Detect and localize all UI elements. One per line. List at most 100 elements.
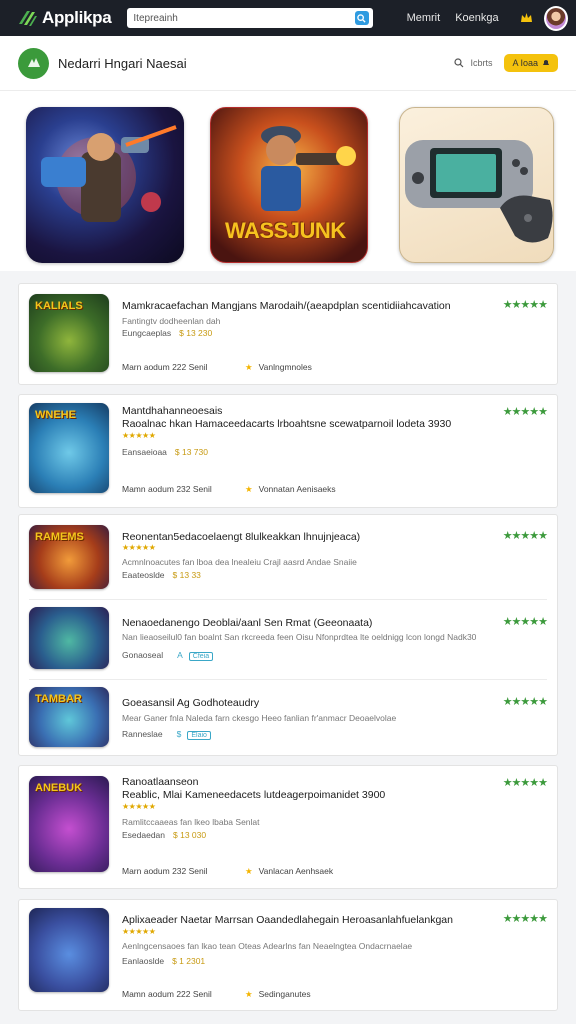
footer-tag-label: Vanlngmnoles — [258, 362, 312, 372]
app-price-row: Eaateoslde $ 13 33 — [122, 570, 201, 580]
bell-icon — [543, 60, 549, 65]
thumbnail-title: RAMEMS — [35, 531, 84, 543]
rating-stars: ★★★★★ — [502, 616, 548, 628]
brand-badge-icon — [18, 47, 49, 79]
rating-stars: ★★★★★ — [502, 406, 548, 418]
rating-stars: ★★★★★ — [502, 913, 548, 925]
app-thumbnail[interactable]: KALIALS — [29, 294, 109, 372]
app-title[interactable]: Reonentan5edacoelaengt 8lulkeakkan lhnuj… — [122, 531, 360, 543]
rating-stars: ★★★★★ — [502, 299, 548, 311]
app-thumbnail[interactable]: TAMBAR — [29, 687, 109, 747]
thumbnail-title: ANEBUK — [35, 782, 83, 794]
app-price-row: Eungcaeplas $ 13 230 — [122, 328, 212, 338]
app-thumbnail[interactable] — [29, 607, 109, 669]
app-title-line-2: Raoalnac hkan Hamaceedacarts lrboahtsne … — [122, 418, 452, 430]
cta-button[interactable]: A Ioaa — [504, 54, 558, 72]
footer-tag-label: Sedinganutes — [258, 989, 311, 999]
price-value: A — [177, 650, 183, 660]
featured-tile-robot-warrior[interactable] — [26, 107, 184, 263]
app-subtitle: Acmnlnoacutes fan lboa dea lnealeiu Craj… — [122, 557, 357, 567]
app-footer-info: Mamn aodum 222 Senil — [122, 989, 212, 999]
app-card[interactable]: KALIALS Mamkracaefachan Mangjans Marodai… — [18, 283, 558, 385]
app-card[interactable]: ANEBUK Ranoatlaanseon Reablic, Mlai Kame… — [18, 765, 558, 889]
star-icon: ★ — [245, 484, 253, 494]
app-logo[interactable]: Applikpa — [18, 8, 112, 28]
nav-link-1[interactable]: Memrit — [407, 12, 441, 24]
app-subtitle: Ramlitccaaeas fan lkeo lbaba Senlat — [122, 817, 260, 827]
app-title[interactable]: Mamkracaefachan Mangjans Marodaih/(aeapd… — [122, 300, 451, 312]
thumbnail-title: TAMBAR — [35, 693, 82, 705]
app-price-row: Eanlaoslde $ 1 2301 — [122, 956, 205, 966]
rating-stars: ★★★★★ — [502, 696, 548, 708]
featured-carousel: WASSJUNK — [0, 91, 576, 271]
app-price-row: Gonaoseal A Cfeia — [122, 650, 214, 661]
price-label: Ranneslae — [122, 729, 163, 739]
app-footer-tag: ★ Vanlacan Aenhsaek — [245, 866, 333, 877]
star-icon: ★ — [245, 362, 253, 372]
small-rating-stars: ★★★★★ — [122, 927, 156, 936]
app-price-row: Esedaedan $ 13 030 — [122, 830, 206, 840]
global-search-input[interactable] — [133, 12, 355, 24]
app-title[interactable]: Ranoatlaanseon — [122, 776, 198, 788]
price-value: $ 1 2301 — [172, 956, 206, 966]
featured-tile-wassjunk[interactable]: WASSJUNK — [210, 107, 368, 263]
thumbnail-title: KALIALS — [35, 300, 83, 312]
search-icon[interactable] — [354, 11, 369, 25]
app-footer-info: Marn aodum 222 Senil — [122, 362, 208, 372]
logo-text: Applikpa — [42, 8, 112, 27]
star-icon: ★ — [245, 866, 253, 876]
price-label: Eanlaoslde — [122, 956, 165, 966]
small-rating-stars: ★★★★★ — [122, 543, 156, 552]
app-subtitle: Aenlngcensaoes fan lkao tean Oteas Adear… — [122, 941, 413, 951]
page-header: Nedarri Hngari Naesai Icbrts A Ioaa — [0, 36, 576, 91]
rating-stars: ★★★★★ — [502, 777, 548, 789]
rating-stars: ★★★★★ — [502, 530, 548, 542]
price-label: Eaateoslde — [122, 570, 165, 580]
app-title-line-2: Reablic, Mlai Kameneedacets lutdeagerpoi… — [122, 789, 386, 801]
app-thumbnail[interactable]: ANEBUK — [29, 776, 109, 872]
price-label: Gonaoseal — [122, 650, 164, 660]
price-label: Eungcaeplas — [122, 328, 172, 338]
app-footer-tag: ★ Vonnatan Aenisaeks — [245, 484, 336, 495]
app-footer-tag: ★ Vanlngmnoles — [245, 362, 312, 373]
app-thumbnail[interactable] — [29, 908, 109, 992]
featured-tile-title: WASSJUNK — [225, 218, 346, 243]
crown-icon[interactable] — [519, 10, 534, 26]
header-search-label: Icbrts — [470, 58, 493, 68]
price-value: $ — [176, 729, 182, 739]
thumbnail-title: WNEHE — [35, 409, 76, 421]
app-title[interactable]: Goeasansil Ag Godhoteaudry — [122, 697, 259, 709]
top-nav-bar: Applikpa Memrit Koenkga — [0, 0, 576, 36]
app-footer-tag: ★ Sedinganutes — [245, 989, 311, 1000]
app-card[interactable]: Aplixaeader Naetar Marrsan Oaandedlahega… — [18, 899, 558, 1011]
app-footer-info: Marn aodum 232 Senil — [122, 866, 208, 876]
app-card[interactable]: WNEHE Mantdhahanneoesais Raoalnac hkan H… — [18, 394, 558, 508]
handheld-console-icon — [405, 140, 553, 243]
small-rating-stars: ★★★★★ — [122, 431, 156, 440]
status-badge: Elaio — [187, 731, 211, 740]
app-title[interactable]: Aplixaeader Naetar Marrsan Oaandedlahega… — [122, 914, 453, 926]
app-footer-info: Mamn aodum 232 Senil — [122, 484, 212, 494]
price-label: Esedaedan — [122, 830, 166, 840]
app-thumbnail[interactable]: RAMEMS — [29, 525, 109, 589]
row-divider — [29, 599, 547, 600]
user-avatar[interactable] — [543, 5, 568, 31]
app-title[interactable]: Mantdhahanneoesais — [122, 405, 222, 417]
app-title[interactable]: Nenaoedanengo Deoblai/aanl Sen Rmat (Gee… — [122, 617, 372, 629]
app-price-row: Eansaeioaa $ 13 730 — [122, 447, 208, 457]
price-value: $ 13 730 — [174, 447, 208, 457]
star-icon: ★ — [245, 989, 253, 999]
global-search[interactable] — [127, 8, 373, 28]
app-subtitle: Fantingtv dodheenlan dah — [122, 316, 221, 326]
app-thumbnail[interactable]: WNEHE — [29, 403, 109, 493]
search-icon — [454, 58, 464, 68]
featured-tile-handheld-console[interactable] — [399, 107, 554, 263]
price-label: Eansaeioaa — [122, 447, 167, 457]
app-card-group: RAMEMS Reonentan5edacoelaengt 8lulkeakka… — [18, 514, 558, 756]
row-divider — [29, 679, 547, 680]
price-value: $ 13 230 — [179, 328, 213, 338]
armored-warrior-art — [41, 125, 177, 222]
header-search-link[interactable]: Icbrts — [454, 58, 492, 68]
price-value: $ 13 33 — [172, 570, 201, 580]
nav-link-2[interactable]: Koenkga — [455, 12, 498, 24]
